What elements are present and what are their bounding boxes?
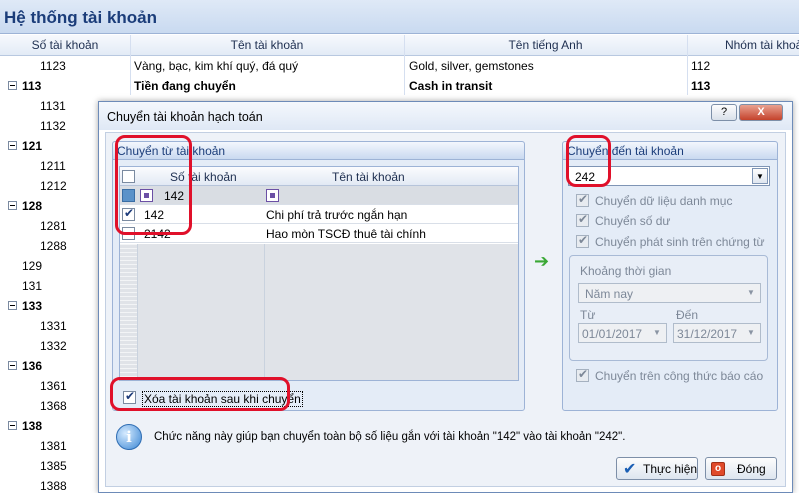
account-english-name: Gold, silver, gemstones xyxy=(409,59,534,73)
grid-col-name[interactable]: Tên tài khoản xyxy=(332,170,405,184)
account-code: 1123 xyxy=(40,59,66,73)
close-icon: o xyxy=(711,462,725,476)
account-code: 138 xyxy=(22,419,43,433)
chevron-down-icon[interactable]: ▼ xyxy=(752,168,768,184)
account-name: Vàng, bạc, kim khí quý, đá quý xyxy=(134,59,299,73)
opt-vouchers-checkbox[interactable] xyxy=(576,233,589,248)
to-date-label: Đến xyxy=(676,308,699,322)
account-code: 1212 xyxy=(40,179,67,193)
close-x-button[interactable]: X xyxy=(739,104,783,121)
account-group: 113 xyxy=(691,79,711,93)
account-code: 1361 xyxy=(40,379,67,393)
collapse-icon[interactable] xyxy=(8,201,17,210)
account-name: Tiền đang chuyển xyxy=(134,79,236,93)
opt-formula-label: Chuyển trên công thức báo cáo xyxy=(595,369,764,383)
period-group: Khoảng thời gian Năm nay ▼ Từ Đến 01/01/… xyxy=(569,255,768,361)
account-code: 131 xyxy=(22,279,43,293)
account-code: 113 xyxy=(22,79,42,93)
chevron-down-icon[interactable]: ▼ xyxy=(743,285,759,301)
help-button[interactable]: ? xyxy=(711,104,737,121)
dialog-title: Chuyển tài khoản hạch toán xyxy=(107,110,263,124)
account-code: 133 xyxy=(22,299,43,313)
window-title: Hệ thống tài khoản xyxy=(4,8,157,27)
collapse-icon[interactable] xyxy=(8,301,17,310)
execute-button[interactable]: ✔ Thực hiện xyxy=(616,457,698,480)
info-icon: i xyxy=(116,424,142,450)
filter-name-operator-icon[interactable] xyxy=(266,189,279,202)
period-select[interactable]: Năm nay ▼ xyxy=(578,283,761,303)
account-code: 128 xyxy=(22,199,43,213)
execute-label: Thực hiện xyxy=(643,462,698,476)
col-header-english[interactable]: Tên tiếng Anh xyxy=(404,38,687,52)
account-code: 1385 xyxy=(40,459,67,473)
account-code: 1388 xyxy=(40,479,67,493)
close-button[interactable]: o Đóng xyxy=(705,457,777,480)
dialog-body: Chuyển từ tài khoản Số tài khoản Tên tài… xyxy=(105,132,786,487)
highlight-from-account xyxy=(115,135,192,235)
opt-balance-checkbox[interactable] xyxy=(576,212,589,227)
account-code: 1381 xyxy=(40,439,67,453)
account-code: 1211 xyxy=(40,159,66,173)
window-title-bar: Hệ thống tài khoản xyxy=(0,0,799,34)
opt-catalog-label: Chuyển dữ liệu danh mục xyxy=(595,194,733,208)
account-code: 1288 xyxy=(40,239,67,253)
from-date-input[interactable]: 01/01/2017 ▼ xyxy=(578,323,667,343)
opt-balance-label: Chuyển số dư xyxy=(595,214,671,228)
col-header-group[interactable]: Nhóm tài khoản xyxy=(687,38,799,52)
opt-vouchers-label: Chuyển phát sinh trên chứng từ xyxy=(595,235,765,249)
account-code: 1332 xyxy=(40,339,67,353)
account-row[interactable]: 1123 Vàng, bạc, kim khí quý, đá quý Gold, … xyxy=(0,56,799,76)
account-code: 121 xyxy=(22,139,43,153)
to-date-input[interactable]: 31/12/2017 ▼ xyxy=(673,323,761,343)
account-code: 129 xyxy=(22,259,43,273)
chevron-down-icon[interactable]: ▼ xyxy=(649,325,665,341)
transfer-account-dialog: Chuyển tài khoản hạch toán ? X Chuyển từ… xyxy=(98,101,793,493)
close-label: Đóng xyxy=(737,462,766,476)
highlight-delete-option xyxy=(110,377,290,411)
row-name: Hao mòn TSCĐ thuê tài chính xyxy=(266,227,426,241)
info-text: Chức năng này giúp bạn chuyển toàn bộ số… xyxy=(154,431,626,443)
account-code: 1368 xyxy=(40,399,67,413)
to-date-value: 31/12/2017 xyxy=(677,327,738,341)
highlight-to-account xyxy=(566,135,611,187)
account-code: 136 xyxy=(22,359,43,373)
account-code: 1281 xyxy=(40,219,67,233)
period-title: Khoảng thời gian xyxy=(580,264,672,278)
collapse-icon[interactable] xyxy=(8,141,17,150)
opt-catalog-checkbox[interactable] xyxy=(576,192,589,207)
from-date-label: Từ xyxy=(580,308,596,322)
account-group: 112 xyxy=(691,59,711,73)
account-code: 1331 xyxy=(40,319,67,333)
account-table-header: Số tài khoản Tên tài khoản Tên tiếng Anh… xyxy=(0,35,799,56)
chevron-down-icon[interactable]: ▼ xyxy=(743,325,759,341)
arrow-right-icon: ➔ xyxy=(534,251,550,271)
col-header-code[interactable]: Số tài khoản xyxy=(0,38,130,52)
collapse-icon[interactable] xyxy=(8,421,17,430)
account-code: 1131 xyxy=(40,99,66,113)
account-row[interactable]: 113 Tiền đang chuyển Cash in transit 113 xyxy=(0,76,799,96)
dialog-title-bar: Chuyển tài khoản hạch toán ? X xyxy=(99,102,792,130)
row-name: Chi phí trả trước ngắn hạn xyxy=(266,208,408,222)
period-value: Năm nay xyxy=(585,287,634,301)
account-code: 1132 xyxy=(40,119,66,133)
opt-formula-checkbox[interactable] xyxy=(576,367,589,382)
account-english-name: Cash in transit xyxy=(409,79,493,93)
check-icon: ✔ xyxy=(623,461,637,478)
grid-empty-area xyxy=(120,244,518,380)
col-header-name[interactable]: Tên tài khoản xyxy=(130,38,404,52)
collapse-icon[interactable] xyxy=(8,361,17,370)
from-date-value: 01/01/2017 xyxy=(582,327,643,341)
collapse-icon[interactable] xyxy=(8,81,17,90)
